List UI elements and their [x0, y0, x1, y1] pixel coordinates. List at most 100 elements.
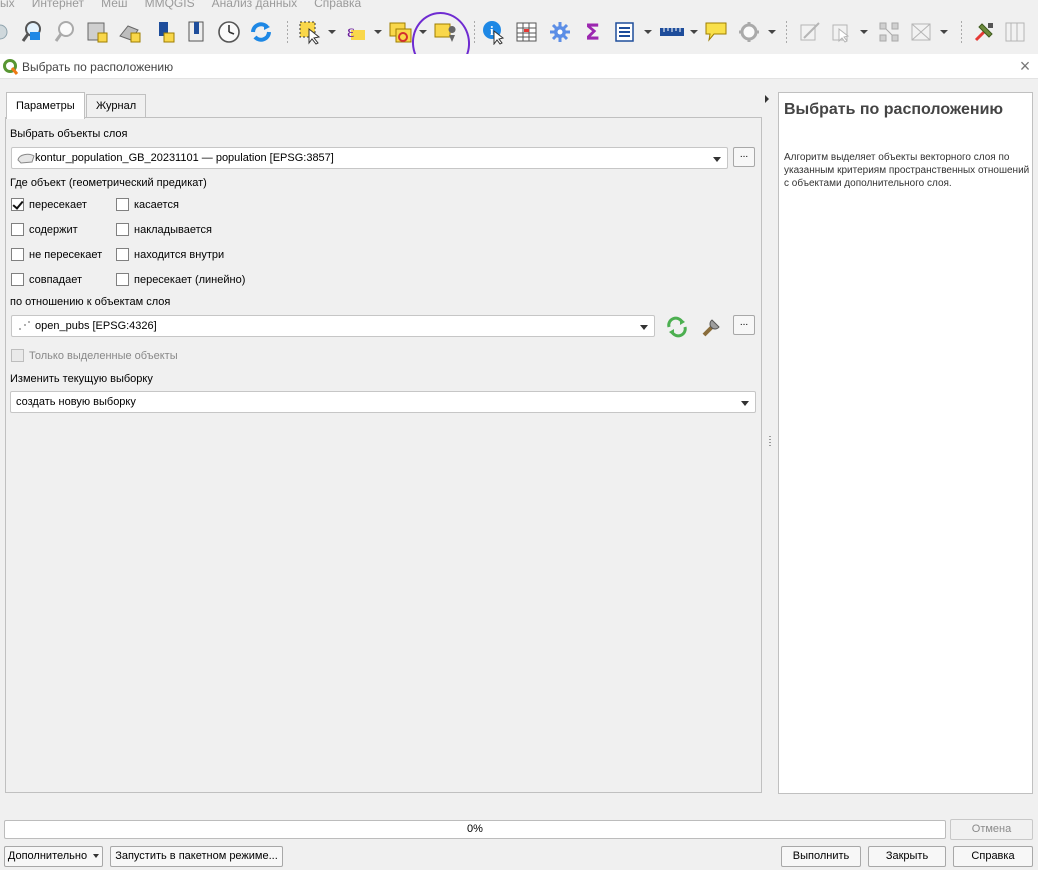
predicate-overlaps-checkbox[interactable] — [116, 223, 129, 236]
plugin-tool-2-icon[interactable] — [1002, 18, 1028, 46]
predicate-equals-checkbox[interactable] — [11, 273, 24, 286]
select-by-expression-icon[interactable]: ε — [343, 18, 369, 46]
measure-icon[interactable] — [659, 18, 685, 46]
help-title: Выбрать по расположению — [784, 101, 1004, 118]
clock-icon[interactable] — [216, 18, 242, 46]
wrench-icon[interactable] — [700, 315, 724, 342]
menu-item[interactable]: MMQGIS — [145, 0, 195, 10]
predicate-disjoint-checkbox[interactable] — [11, 248, 24, 261]
toolbar-separator — [786, 21, 787, 45]
chevron-down-icon — [713, 157, 721, 162]
compare-layer-browse-button[interactable]: ... — [733, 315, 755, 335]
chevron-down-icon[interactable] — [768, 30, 776, 34]
chevron-down-icon[interactable] — [644, 30, 652, 34]
open-field-calculator-icon[interactable] — [612, 18, 638, 46]
chevron-down-icon[interactable] — [328, 30, 336, 34]
select-layer-browse-button[interactable]: ... — [733, 147, 755, 167]
predicate-crosses-checkbox[interactable] — [116, 273, 129, 286]
show-bookmarks-icon[interactable] — [117, 18, 143, 46]
predicate-label-item: содержит — [29, 224, 78, 236]
predicate-touches-checkbox[interactable] — [116, 198, 129, 211]
predicate-intersects-checkbox[interactable] — [11, 198, 24, 211]
identify-features-icon[interactable]: i — [481, 18, 507, 46]
menu-item[interactable]: Меш — [101, 0, 127, 10]
predicate-label-item: не пересекает — [29, 249, 103, 261]
refresh-icon[interactable] — [248, 18, 274, 46]
dialog-title: Выбрать по расположению — [22, 60, 174, 74]
help-button[interactable]: Справка — [953, 846, 1033, 867]
temporal-controller-icon[interactable] — [153, 18, 179, 46]
batch-process-button[interactable]: Запустить в пакетном режиме... — [110, 846, 283, 867]
select-layer-combo[interactable]: kontur_population_GB_20231101 — populati… — [11, 147, 728, 169]
selected-only-checkbox[interactable] — [11, 349, 24, 362]
predicate-label-item: пересекает — [29, 199, 87, 211]
menu-item[interactable]: Справка — [314, 0, 361, 10]
toolbar-separator — [961, 21, 962, 45]
point-layer-icon — [17, 320, 33, 335]
menu-item[interactable]: Анализ данных — [212, 0, 297, 10]
chevron-down-icon[interactable] — [860, 30, 868, 34]
chevron-down-icon — [741, 401, 749, 406]
compare-layer-label: по отношению к объектам слоя — [10, 296, 171, 308]
menu-item[interactable]: ых — [0, 0, 15, 10]
digitize-icon[interactable] — [797, 18, 823, 46]
vertex-tool-icon[interactable] — [876, 18, 902, 46]
dialog-titlebar: Выбрать по расположению × — [0, 54, 1038, 79]
iterate-icon[interactable] — [665, 316, 689, 341]
new-bookmark-icon[interactable] — [84, 18, 110, 46]
run-button[interactable]: Выполнить — [781, 846, 861, 867]
tab-parameters[interactable]: Параметры — [6, 92, 85, 119]
split-icon[interactable] — [908, 18, 934, 46]
chevron-down-icon[interactable] — [940, 30, 948, 34]
map-tips-icon[interactable] — [704, 18, 730, 46]
close-icon[interactable]: × — [1016, 56, 1034, 76]
zoom-layer-icon[interactable] — [19, 18, 45, 46]
toolbar-separator — [474, 21, 475, 45]
menu-item[interactable]: Интернет — [32, 0, 84, 10]
chevron-down-icon — [640, 325, 648, 330]
statistics-icon[interactable]: Σ — [580, 18, 606, 46]
tab-log[interactable]: Журнал — [86, 94, 147, 118]
close-button[interactable]: Закрыть — [868, 846, 946, 867]
polygon-layer-icon — [17, 152, 35, 167]
modify-selection-value: создать новую выборку — [16, 396, 136, 408]
modify-selection-label: Изменить текущую выборку — [10, 373, 153, 385]
predicate-within-checkbox[interactable] — [116, 248, 129, 261]
progress-bar: 0% — [4, 820, 946, 839]
select-by-value-icon[interactable] — [388, 18, 414, 46]
predicate-label-item: пересекает (линейно) — [134, 274, 246, 286]
modify-selection-combo[interactable]: создать новую выборку — [10, 391, 756, 413]
svg-text:Σ: Σ — [585, 21, 600, 44]
predicate-label: Где объект (геометрический предикат) — [10, 177, 207, 189]
toolbar-separator — [287, 21, 288, 45]
select-layer-value: kontur_population_GB_20231101 — populati… — [35, 152, 334, 164]
chevron-down-icon[interactable] — [690, 30, 698, 34]
svg-text:ε: ε — [347, 21, 355, 41]
help-panel: Выбрать по расположению Алгоритм выделяе… — [778, 92, 1033, 794]
partial-icon[interactable] — [0, 18, 16, 46]
svg-text:i: i — [490, 23, 494, 38]
compare-layer-value: open_pubs [EPSG:4326] — [35, 320, 157, 332]
zoom-selection-icon[interactable] — [52, 18, 78, 46]
help-text: Алгоритм выделяет объекты векторного сло… — [784, 152, 1030, 189]
show-layouts-icon[interactable] — [184, 18, 210, 46]
advanced-button-label: Дополнительно — [7, 850, 88, 862]
advanced-button[interactable]: Дополнительно — [4, 846, 103, 867]
attribute-table-icon[interactable] — [514, 18, 540, 46]
toolbar: ε i Σ — [0, 8, 1038, 78]
cancel-button[interactable]: Отмена — [950, 819, 1033, 840]
select-features-icon[interactable] — [297, 18, 323, 46]
parameters-panel: Выбрать объекты слоя kontur_population_G… — [5, 117, 762, 793]
chevron-down-icon[interactable] — [374, 30, 382, 34]
compare-layer-combo[interactable]: open_pubs [EPSG:4326] — [11, 315, 655, 337]
locator-icon[interactable] — [736, 18, 762, 46]
qgis-logo-icon — [3, 59, 19, 78]
splitter-handle[interactable] — [769, 436, 771, 448]
predicate-label-item: касается — [134, 199, 179, 211]
predicate-contains-checkbox[interactable] — [11, 223, 24, 236]
processing-toolbox-icon[interactable] — [547, 18, 573, 46]
plugin-tool-icon[interactable] — [971, 18, 997, 46]
edit-icon[interactable] — [829, 18, 855, 46]
chevron-down-icon — [93, 854, 100, 859]
collapse-help-icon[interactable] — [765, 95, 769, 103]
